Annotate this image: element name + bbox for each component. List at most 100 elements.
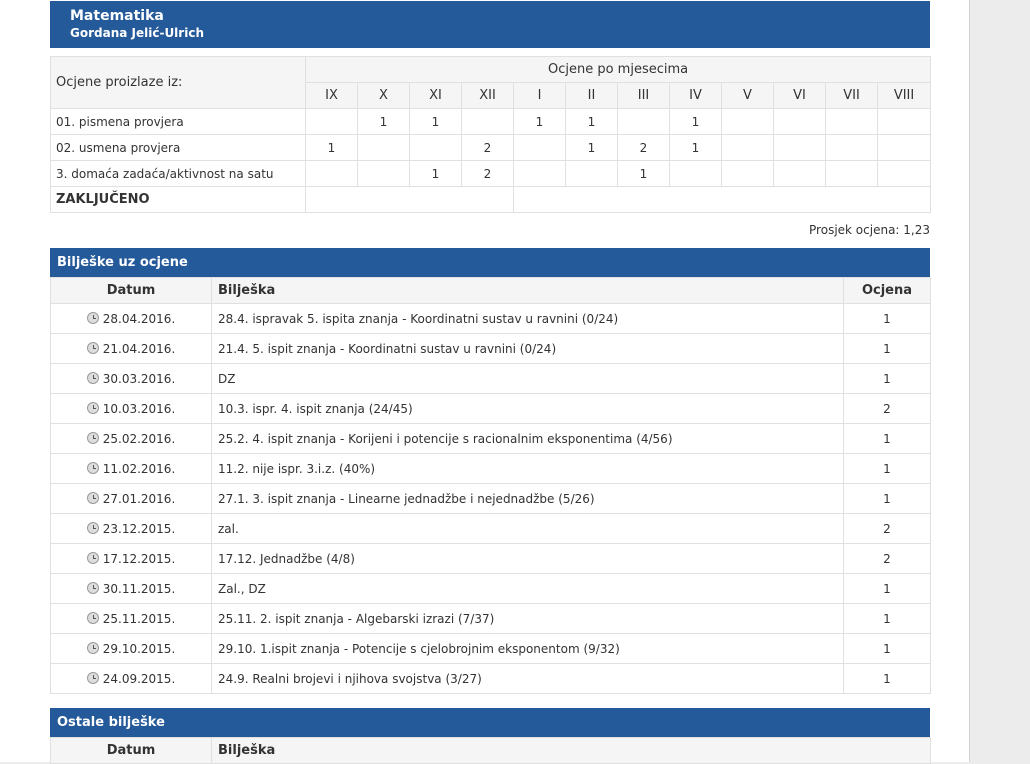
grade-cell: [409, 134, 462, 161]
grade-cell: [825, 160, 878, 187]
month-header: IV: [669, 82, 722, 109]
clock-icon[interactable]: [86, 521, 99, 534]
clock-icon[interactable]: [86, 341, 99, 354]
note-grade: 1: [843, 453, 931, 484]
note-text: 21.4. 5. ispit znanja - Koordinatni sust…: [211, 333, 844, 364]
grade-cell: [773, 160, 826, 187]
note-date: 21.04.2016.: [102, 341, 176, 356]
note-date: 27.01.2016.: [102, 491, 176, 506]
grade-source-label: 01. pismena provjera: [50, 108, 306, 135]
clock-icon[interactable]: [86, 431, 99, 444]
grade-cell: [305, 108, 358, 135]
note-date-cell: 17.12.2015.: [50, 543, 212, 574]
note-grade: 1: [843, 303, 931, 334]
month-header: X: [357, 82, 410, 109]
note-date: 11.02.2016.: [102, 461, 176, 476]
note-row: 10.03.2016. 10.3. ispr. 4. ispit znanja (…: [50, 393, 931, 424]
clock-icon[interactable]: [86, 581, 99, 594]
notes-table: Datum Bilješka Ocjena 28.04.2016. 28.4. i…: [50, 277, 931, 694]
grades-row: 01. pismena provjera 1 1 1 1 1: [50, 108, 932, 135]
note-text: 28.4. ispravak 5. ispita znanja - Koordi…: [211, 303, 844, 334]
clock-icon[interactable]: [86, 671, 99, 684]
month-header: VI: [773, 82, 826, 109]
main-page: Matematika Gordana Jelić-Ulrich Ocjene p…: [0, 0, 970, 764]
other-notes-note-header: Bilješka: [211, 737, 931, 764]
note-date: 10.03.2016.: [102, 401, 176, 416]
grade-cell: [825, 134, 878, 161]
grade-cell[interactable]: 1: [513, 108, 566, 135]
clock-icon[interactable]: [86, 461, 99, 474]
grade-source-label: 3. domaća zadaća/aktivnost na satu: [50, 160, 306, 187]
grade-cell[interactable]: 1: [357, 108, 410, 135]
grade-cell[interactable]: 1: [669, 134, 722, 161]
grade-cell[interactable]: 1: [565, 108, 618, 135]
grade-cell[interactable]: 1: [617, 160, 670, 187]
note-date-cell: 24.09.2015.: [50, 663, 212, 694]
grade-cell[interactable]: 1: [305, 134, 358, 161]
other-notes-section-title: Ostale bilješke: [50, 708, 930, 737]
final-grade-label: ZAKLJUČENO: [50, 186, 306, 213]
final-grade-second-term: [512, 186, 932, 213]
note-row: 21.04.2016. 21.4. 5. ispit znanja - Koord…: [50, 333, 931, 364]
note-row: 30.03.2016. DZ 1: [50, 363, 931, 394]
note-row: 23.12.2015. zal. 2: [50, 513, 931, 544]
note-date-cell: 30.03.2016.: [50, 363, 212, 394]
note-grade: 1: [843, 333, 931, 364]
note-date: 23.12.2015.: [102, 521, 176, 536]
grades-row: 3. domaća zadaća/aktivnost na satu 1 2 1: [50, 160, 932, 187]
month-header: VIII: [876, 82, 932, 109]
grade-cell: [669, 160, 722, 187]
note-text: 25.11. 2. ispit znanja - Algebarski izra…: [211, 603, 844, 634]
note-grade: 2: [843, 393, 931, 424]
grade-cell[interactable]: 1: [565, 134, 618, 161]
grade-cell[interactable]: 2: [461, 160, 514, 187]
clock-icon[interactable]: [86, 491, 99, 504]
month-header: XII: [461, 82, 514, 109]
other-notes-table: Datum Bilješka: [50, 737, 931, 764]
note-row: 28.04.2016. 28.4. ispravak 5. ispita znan…: [50, 303, 931, 334]
note-date-cell: 11.02.2016.: [50, 453, 212, 484]
clock-icon[interactable]: [86, 311, 99, 324]
right-gutter: [971, 0, 1030, 762]
grade-cell[interactable]: 2: [461, 134, 514, 161]
note-row: 17.12.2015. 17.12. Jednadžbe (4/8) 2: [50, 543, 931, 574]
grade-cell[interactable]: 2: [617, 134, 670, 161]
note-grade: 1: [843, 483, 931, 514]
note-row: 30.11.2015. Zal., DZ 1: [50, 573, 931, 604]
grade-cell: [825, 108, 878, 135]
note-date-cell: 10.03.2016.: [50, 393, 212, 424]
note-grade: 1: [843, 603, 931, 634]
grade-cell[interactable]: 1: [409, 160, 462, 187]
clock-icon[interactable]: [86, 371, 99, 384]
clock-icon[interactable]: [86, 401, 99, 414]
note-row: 25.11.2015. 25.11. 2. ispit znanja - Alge…: [50, 603, 931, 634]
grade-cell: [357, 160, 410, 187]
clock-icon[interactable]: [86, 641, 99, 654]
notes-note-header: Bilješka: [211, 277, 844, 304]
grade-cell: [565, 160, 618, 187]
note-text: 17.12. Jednadžbe (4/8): [211, 543, 844, 574]
grade-cell: [721, 134, 774, 161]
note-grade: 2: [843, 513, 931, 544]
final-grade-row: ZAKLJUČENO: [50, 186, 932, 213]
note-row: 25.02.2016. 25.2. 4. ispit znanja - Korij…: [50, 423, 931, 454]
clock-icon[interactable]: [86, 611, 99, 624]
grade-source-label: 02. usmena provjera: [50, 134, 306, 161]
grade-cell[interactable]: 1: [669, 108, 722, 135]
note-row: 11.02.2016. 11.2. nije ispr. 3.i.z. (40%)…: [50, 453, 931, 484]
note-date: 17.12.2015.: [102, 551, 176, 566]
subject-header: Matematika Gordana Jelić-Ulrich: [50, 1, 930, 48]
note-date-cell: 30.11.2015.: [50, 573, 212, 604]
clock-icon[interactable]: [86, 551, 99, 564]
note-date: 24.09.2015.: [102, 671, 176, 686]
grade-cell[interactable]: 1: [409, 108, 462, 135]
note-text: Zal., DZ: [211, 573, 844, 604]
note-date-cell: 25.02.2016.: [50, 423, 212, 454]
note-row: 24.09.2015. 24.9. Realni brojevi i njihov…: [50, 663, 931, 694]
note-date: 30.11.2015.: [102, 581, 176, 596]
note-text: 29.10. 1.ispit znanja - Potencije s cjel…: [211, 633, 844, 664]
month-header: VII: [825, 82, 878, 109]
grade-cell: [876, 160, 932, 187]
note-grade: 1: [843, 573, 931, 604]
month-header: I: [513, 82, 566, 109]
